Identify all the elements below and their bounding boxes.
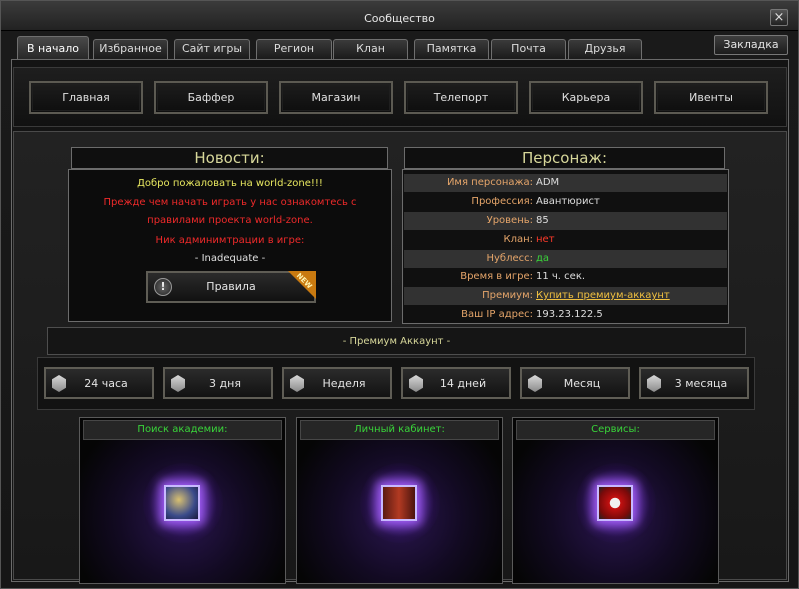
services-title: Сервисы: [516,420,715,440]
char-value: 11 ч. сек. [536,271,586,282]
char-value: 85 [536,215,549,226]
premium-option-label: 3 месяца [674,377,728,390]
char-value: да [536,253,550,264]
personal-cabinet-icon[interactable] [381,485,417,521]
char-row-playtime: Время в игре: 11 ч. сек. [404,268,727,286]
tab-memo[interactable]: Памятка [414,39,489,59]
services-panel: Сервисы: [512,417,719,584]
premium-month-button[interactable]: Месяц [520,367,630,399]
char-row-profession: Профессия: Авантюрист [404,193,727,211]
menu-main-button[interactable]: Главная [29,81,143,114]
menu-career-button[interactable]: Карьера [529,81,643,114]
premium-option-label: 24 часа [84,377,128,390]
menu-buffer-button[interactable]: Баффер [154,81,268,114]
tab-friends[interactable]: Друзья [568,39,642,59]
premium-option-label: Неделя [322,377,366,390]
char-key: Уровень: [486,215,533,226]
char-key: Ваш IP адрес: [461,309,533,320]
character-title: Персонаж: [404,147,725,169]
tab-mail[interactable]: Почта [491,39,566,59]
tab-home[interactable]: В начало [17,36,89,61]
premium-3months-button[interactable]: 3 месяца [639,367,749,399]
personal-cabinet-panel: Личный кабинет: [296,417,503,584]
rules-button[interactable]: ! Правила NEW [146,271,316,303]
menu-shop-button[interactable]: Магазин [279,81,393,114]
tab-favorites[interactable]: Избранное [93,39,168,59]
services-icon[interactable] [597,485,633,521]
news-welcome-text: Добро пожаловать на world-zone!!! [137,178,323,189]
bookmark-button[interactable]: Закладка [714,35,788,55]
char-key: Имя персонажа: [446,177,533,188]
char-key: Премиум: [482,290,533,301]
char-row-clan: Клан: нет [404,231,727,249]
community-window: Сообщество × В начало Избранное Сайт игр… [0,0,799,589]
menu-events-button[interactable]: Ивенты [654,81,768,114]
premium-3days-button[interactable]: 3 дня [163,367,273,399]
buy-premium-link[interactable]: Купить премиум-аккаунт [536,290,670,301]
title-bar[interactable]: Сообщество × [1,1,798,31]
char-value: ADM [536,177,560,188]
char-value: 193.23.122.5 [536,309,603,320]
char-row-premium: Премиум: Купить премиум-аккаунт [404,287,727,305]
char-key: Профессия: [471,196,533,207]
char-row-ip: Ваш IP адрес: 193.23.122.5 [404,306,727,324]
char-key: Время в игре: [460,271,533,282]
char-row-noblesse: Нублесс: да [404,250,727,268]
char-row-name: Имя персонажа: ADM [404,174,727,192]
char-key: Клан: [503,234,533,245]
premium-option-label: Месяц [563,377,601,390]
close-button[interactable]: × [770,9,788,26]
personal-cabinet-title: Личный кабинет: [300,420,499,440]
menu-teleport-button[interactable]: Телепорт [404,81,518,114]
char-key: Нублесс: [486,253,533,264]
premium-14days-button[interactable]: 14 дней [401,367,511,399]
tab-region[interactable]: Регион [256,39,332,59]
char-value: Авантюрист [536,196,600,207]
char-row-level: Уровень: 85 [404,212,727,230]
news-admin-nick: - Inadequate - [194,253,266,264]
news-rules-text: правилами проекта world-zone. [147,215,313,226]
academy-search-icon[interactable] [164,485,200,521]
tab-game-site[interactable]: Сайт игры [174,39,250,59]
news-title: Новости: [71,147,388,169]
premium-week-button[interactable]: Неделя [282,367,392,399]
premium-account-label: - Премиум Аккаунт - [47,327,746,355]
premium-option-label: 14 дней [439,377,487,390]
news-admin-text: Ник админимтрации в игре: [155,235,305,246]
window-title: Сообщество [364,12,435,25]
academy-search-panel: Поиск академии: [79,417,286,584]
tab-clan[interactable]: Клан [333,39,408,59]
academy-search-title: Поиск академии: [83,420,282,440]
premium-24h-button[interactable]: 24 часа [44,367,154,399]
news-warning-text: Прежде чем начать играть у нас ознакомте… [103,197,357,208]
premium-option-label: 3 дня [209,377,241,390]
char-value: нет [536,234,555,245]
